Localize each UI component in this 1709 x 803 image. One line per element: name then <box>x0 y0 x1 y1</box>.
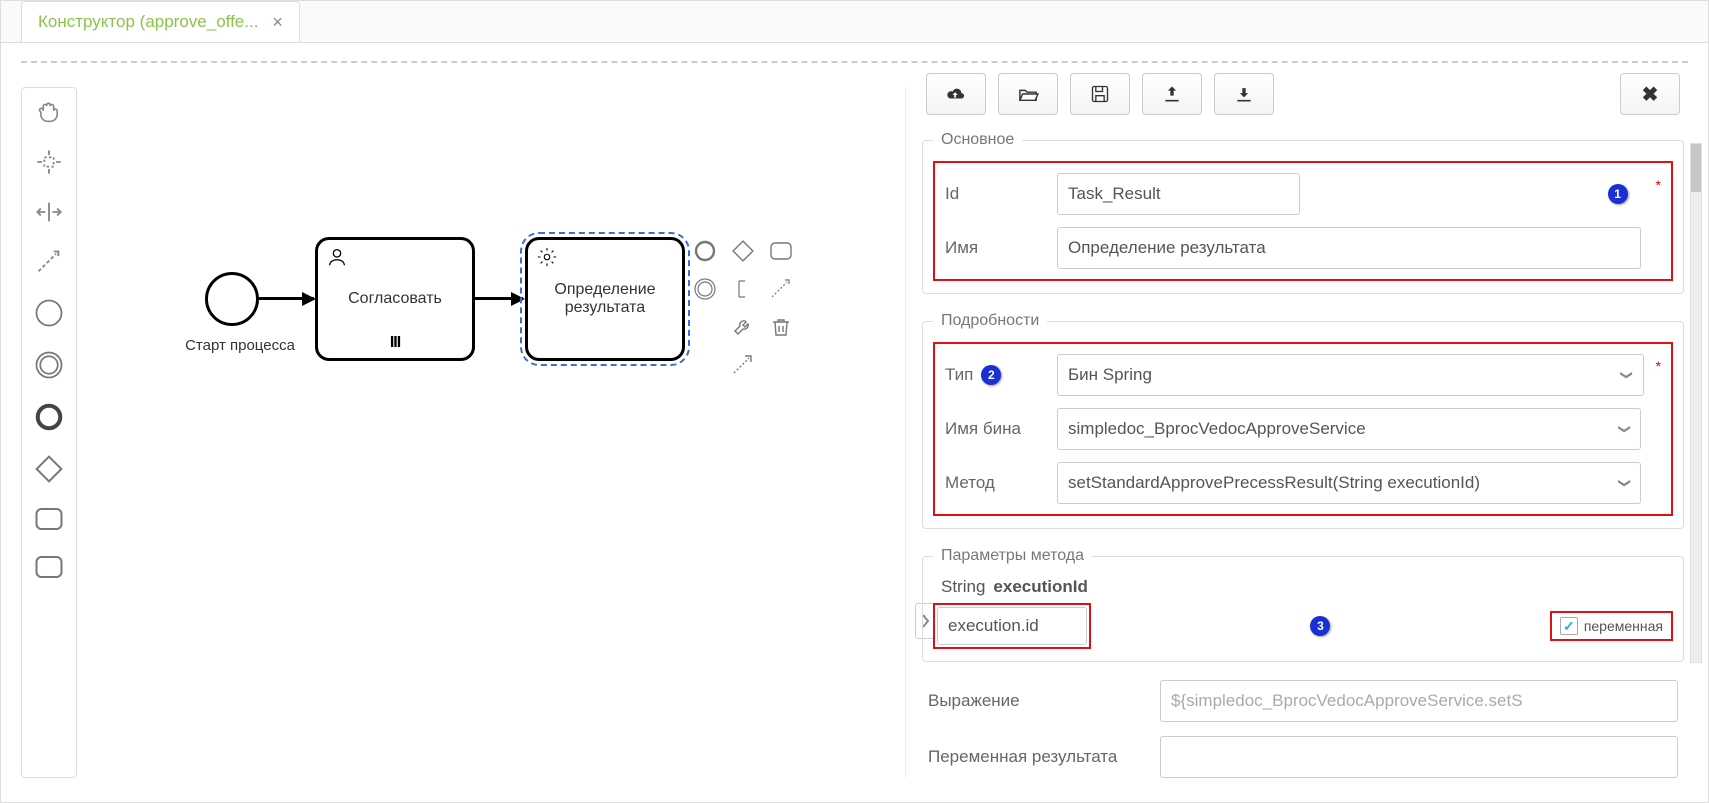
tool-palette <box>21 87 77 778</box>
tab-title: Конструктор (approve_offe... <box>38 12 258 32</box>
section-details: Подробности Тип 2 Бин Spring ❯ * Имя бин… <box>922 312 1684 529</box>
method-select[interactable]: setStandardApprovePrecessResult(String e… <box>1057 462 1641 504</box>
variable-checkbox-label: переменная <box>1584 618 1663 634</box>
section-main: Основное Id 1 * Имя <box>922 131 1684 294</box>
pad-connect-icon[interactable] <box>765 273 797 305</box>
chevron-down-icon: ❯ <box>1621 370 1635 380</box>
properties-toolbar: ✖ <box>918 73 1688 115</box>
expression-input[interactable] <box>1160 680 1678 722</box>
sequence-flow-2[interactable] <box>475 297 523 300</box>
bpmn-service-task[interactable]: Определение результата <box>525 237 685 361</box>
close-panel-button[interactable]: ✖ <box>1620 73 1680 115</box>
export-button[interactable] <box>1142 73 1202 115</box>
lasso-tool-icon[interactable] <box>35 148 63 176</box>
close-icon: ✖ <box>1642 82 1659 107</box>
tab-constructor[interactable]: Конструктор (approve_offe... × <box>21 1 300 42</box>
section-main-title: Основное <box>933 131 1022 149</box>
scrollbar-thumb[interactable] <box>1691 144 1701 192</box>
intermediate-event-icon[interactable] <box>34 350 64 380</box>
type-label: Тип <box>945 365 973 385</box>
service-task-line2: результата <box>565 299 645 317</box>
user-task-label: Согласовать <box>348 290 442 308</box>
pad-wrench-icon[interactable] <box>727 311 759 343</box>
scrollbar[interactable] <box>1690 143 1702 663</box>
bpmn-start-event[interactable] <box>205 272 259 326</box>
required-marker: * <box>1656 358 1661 374</box>
space-tool-icon[interactable] <box>35 198 63 226</box>
import-button[interactable] <box>1214 73 1274 115</box>
user-icon <box>326 246 348 273</box>
param-type: String <box>941 577 985 597</box>
bean-value: simpledoc_BprocVedocApproveService <box>1068 419 1366 439</box>
param-value-input[interactable] <box>937 607 1087 645</box>
result-var-label: Переменная результата <box>928 747 1148 767</box>
annotation-1: 1 <box>1608 184 1628 204</box>
variable-checkbox[interactable]: ✓ <box>1560 617 1578 635</box>
cloud-upload-button[interactable] <box>926 73 986 115</box>
chevron-down-icon: ❯ <box>1618 478 1632 488</box>
pad-task-icon[interactable] <box>765 235 797 267</box>
start-event-icon[interactable] <box>34 298 64 328</box>
bean-select[interactable]: simpledoc_BprocVedocApproveService ❯ <box>1057 408 1641 450</box>
name-label: Имя <box>945 238 1045 258</box>
section-details-title: Подробности <box>933 312 1047 330</box>
multi-instance-marker: III <box>390 334 400 352</box>
result-var-input[interactable] <box>1160 736 1678 778</box>
bpmn-user-task[interactable]: Согласовать III <box>315 237 475 361</box>
subprocess-icon[interactable] <box>34 554 64 580</box>
modeler-area: Старт процесса Согласовать III Определен… <box>21 63 906 778</box>
task-icon[interactable] <box>34 506 64 532</box>
bean-label: Имя бина <box>945 419 1045 439</box>
open-button[interactable] <box>998 73 1058 115</box>
hand-tool-icon[interactable] <box>35 98 63 126</box>
method-label: Метод <box>945 473 1045 493</box>
type-select[interactable]: Бин Spring ❯ <box>1057 354 1644 396</box>
name-input[interactable] <box>1057 227 1641 269</box>
connect-tool-icon[interactable] <box>35 248 63 276</box>
required-marker: * <box>1656 177 1661 193</box>
gear-icon <box>536 246 558 273</box>
pad-end-event-icon[interactable] <box>689 235 721 267</box>
pad-arrow-icon[interactable] <box>727 349 759 381</box>
pad-intermediate-icon[interactable] <box>689 273 721 305</box>
id-input[interactable] <box>1057 173 1300 215</box>
expression-label: Выражение <box>928 691 1148 711</box>
bpmn-canvas[interactable]: Старт процесса Согласовать III Определен… <box>95 87 906 778</box>
param-name: executionId <box>993 577 1087 597</box>
section-params-title: Параметры метода <box>933 547 1092 565</box>
method-value: setStandardApprovePrecessResult(String e… <box>1068 473 1480 493</box>
context-pad <box>689 235 797 381</box>
tabbar: Конструктор (approve_offe... × <box>1 1 1708 43</box>
pad-gateway-icon[interactable] <box>727 235 759 267</box>
chevron-down-icon: ❯ <box>1618 424 1632 434</box>
annotation-3: 3 <box>1310 616 1330 636</box>
section-params: Параметры метода String executionId 3 ✓ … <box>922 547 1684 662</box>
id-label: Id <box>945 184 1045 204</box>
service-task-line1: Определение <box>554 281 655 299</box>
gateway-icon[interactable] <box>34 454 64 484</box>
pad-trash-icon[interactable] <box>765 311 797 343</box>
properties-panel: ✖ Основное Id 1 * Имя <box>918 63 1688 778</box>
end-event-icon[interactable] <box>34 402 64 432</box>
pad-annotation-icon[interactable] <box>727 273 759 305</box>
close-icon[interactable]: × <box>272 12 283 33</box>
bpmn-start-label: Старт процесса <box>170 337 310 354</box>
sequence-flow-1[interactable] <box>259 297 314 300</box>
annotation-2: 2 <box>981 365 1001 385</box>
save-button[interactable] <box>1070 73 1130 115</box>
type-value: Бин Spring <box>1068 365 1152 385</box>
